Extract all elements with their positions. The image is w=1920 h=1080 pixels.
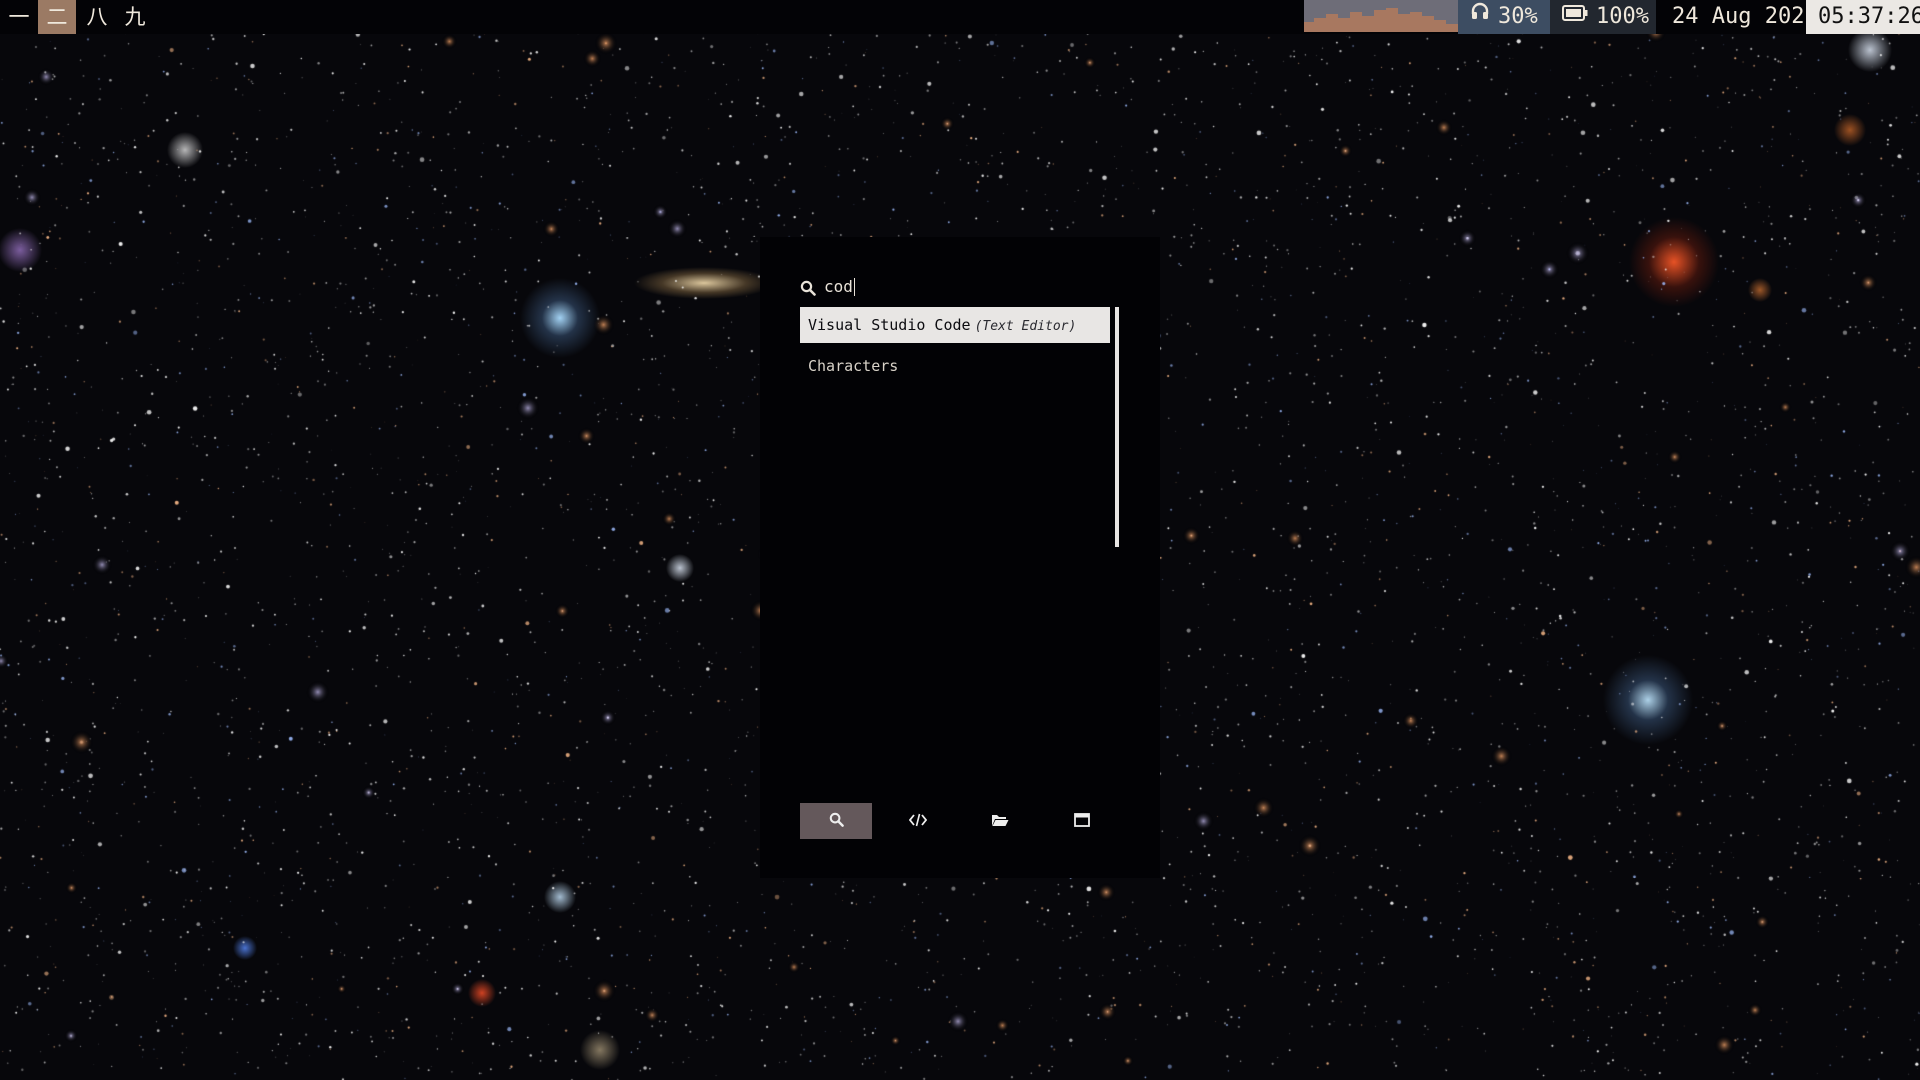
result-item-visual-studio-code[interactable]: Visual Studio Code (Text Editor) [800, 307, 1110, 343]
battery-indicator: 100% [1550, 0, 1656, 34]
code-icon [908, 812, 928, 831]
app-launcher: cod Visual Studio Code (Text Editor) Char… [760, 237, 1160, 878]
launcher-results-list: Visual Studio Code (Text Editor) Characte… [800, 307, 1110, 389]
mode-code-button[interactable] [882, 803, 954, 839]
results-scrollbar[interactable] [1115, 307, 1119, 547]
workspace-2[interactable]: 二 [38, 0, 76, 34]
launcher-search-input[interactable]: cod [824, 275, 855, 299]
mode-files-button[interactable] [964, 803, 1036, 839]
search-icon [829, 812, 844, 831]
window-icon [1074, 812, 1090, 831]
workspace-1[interactable]: 一 [0, 0, 38, 34]
result-item-characters[interactable]: Characters [800, 348, 1110, 384]
search-icon [800, 280, 816, 300]
volume-level: 30% [1498, 4, 1538, 29]
top-bar: 一 二 八 九 30% 100% 24 Aug 2025 05:37:26 [0, 0, 1920, 34]
clock-text: 05:37:26 [1818, 4, 1920, 29]
result-description: (Text Editor) [974, 319, 1077, 334]
result-name: Visual Studio Code [808, 316, 971, 334]
workspace-9[interactable]: 九 [116, 0, 154, 34]
workspace-8[interactable]: 八 [78, 0, 116, 34]
text-cursor [853, 277, 855, 296]
mode-windows-button[interactable] [1046, 803, 1118, 839]
clock-display[interactable]: 05:37:26 [1806, 0, 1920, 34]
mode-search-button[interactable] [800, 803, 872, 839]
headphones-icon [1470, 0, 1490, 32]
launcher-mode-bar [800, 803, 1128, 839]
search-query: cod [824, 277, 853, 296]
date-text: 24 Aug 2025 [1672, 4, 1818, 29]
volume-indicator[interactable]: 30% [1458, 0, 1550, 34]
battery-icon [1562, 0, 1588, 32]
launcher-search-row[interactable]: cod [800, 273, 1120, 303]
result-name: Characters [808, 357, 899, 375]
date-display: 24 Aug 2025 [1656, 0, 1818, 34]
folder-icon [991, 812, 1009, 831]
battery-level: 100% [1596, 4, 1649, 29]
cpu-usage-graph [1304, 0, 1458, 32]
